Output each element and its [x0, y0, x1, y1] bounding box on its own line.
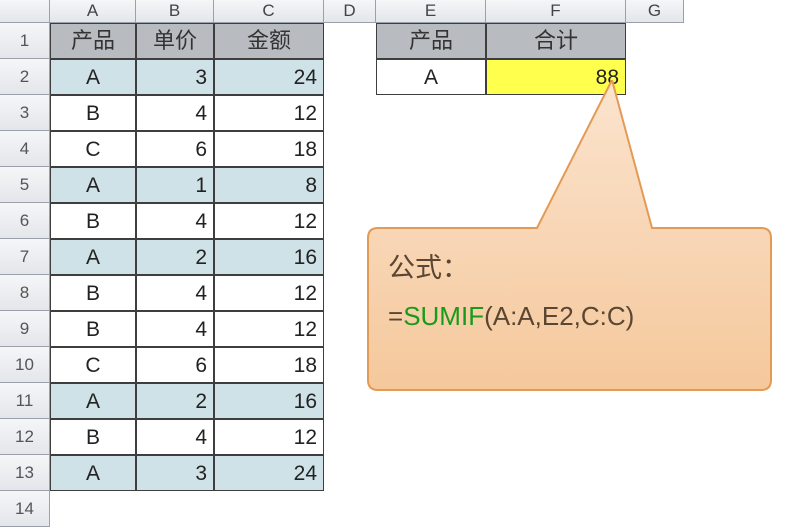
cell-B1[interactable]: 单价 — [136, 23, 214, 59]
column-header-G[interactable]: G — [626, 0, 684, 23]
cell-A7[interactable]: A — [50, 239, 136, 275]
row-header-10[interactable]: 10 — [0, 347, 50, 383]
cell-C10[interactable]: 18 — [214, 347, 324, 383]
cell-A12[interactable]: B — [50, 419, 136, 455]
row-header-5[interactable]: 5 — [0, 167, 50, 203]
callout-text: 公式： =SUMIF(A:A,E2,C:C) — [388, 244, 758, 340]
cell-C3[interactable]: 12 — [214, 95, 324, 131]
callout-label: 公式： — [388, 253, 469, 283]
cell-C9[interactable]: 12 — [214, 311, 324, 347]
cell-B11[interactable]: 2 — [136, 383, 214, 419]
cell-E2[interactable]: A — [376, 59, 486, 95]
cell-E1[interactable]: 产品 — [376, 23, 486, 59]
cell-A4[interactable]: C — [50, 131, 136, 167]
column-header-A[interactable]: A — [50, 0, 136, 23]
cell-B5[interactable]: 1 — [136, 167, 214, 203]
cell-A9[interactable]: B — [50, 311, 136, 347]
row-headers: 1234567891011121314 — [0, 23, 50, 527]
cell-B6[interactable]: 4 — [136, 203, 214, 239]
column-header-E[interactable]: E — [376, 0, 486, 23]
cell-C13[interactable]: 24 — [214, 455, 324, 491]
cell-A3[interactable]: B — [50, 95, 136, 131]
column-header-B[interactable]: B — [136, 0, 214, 23]
row-header-14[interactable]: 14 — [0, 491, 50, 527]
column-headers: ABCDEFG — [50, 0, 684, 23]
cell-B4[interactable]: 6 — [136, 131, 214, 167]
select-all-corner[interactable] — [0, 0, 50, 23]
formula-callout: 公式： =SUMIF(A:A,E2,C:C) — [362, 80, 775, 400]
cell-B10[interactable]: 6 — [136, 347, 214, 383]
row-header-11[interactable]: 11 — [0, 383, 50, 419]
cell-B3[interactable]: 4 — [136, 95, 214, 131]
callout-eq: = — [388, 301, 403, 331]
cell-A5[interactable]: A — [50, 167, 136, 203]
column-header-C[interactable]: C — [214, 0, 324, 23]
cell-A8[interactable]: B — [50, 275, 136, 311]
row-header-1[interactable]: 1 — [0, 23, 50, 59]
row-header-7[interactable]: 7 — [0, 239, 50, 275]
cell-B13[interactable]: 3 — [136, 455, 214, 491]
cell-C11[interactable]: 16 — [214, 383, 324, 419]
cell-F1[interactable]: 合计 — [486, 23, 626, 59]
cell-C6[interactable]: 12 — [214, 203, 324, 239]
cell-A6[interactable]: B — [50, 203, 136, 239]
cell-C1[interactable]: 金额 — [214, 23, 324, 59]
row-header-4[interactable]: 4 — [0, 131, 50, 167]
row-header-6[interactable]: 6 — [0, 203, 50, 239]
callout-args: (A:A,E2,C:C) — [484, 301, 634, 331]
spreadsheet: ABCDEFG 1234567891011121314 产品单价金额A324B4… — [0, 0, 810, 530]
cell-C8[interactable]: 12 — [214, 275, 324, 311]
cell-C7[interactable]: 16 — [214, 239, 324, 275]
row-header-8[interactable]: 8 — [0, 275, 50, 311]
column-header-D[interactable]: D — [324, 0, 376, 23]
row-header-2[interactable]: 2 — [0, 59, 50, 95]
row-header-3[interactable]: 3 — [0, 95, 50, 131]
cell-F2[interactable]: 88 — [486, 59, 626, 95]
cell-B8[interactable]: 4 — [136, 275, 214, 311]
cell-A11[interactable]: A — [50, 383, 136, 419]
callout-fn: SUMIF — [403, 301, 484, 331]
cell-C5[interactable]: 8 — [214, 167, 324, 203]
cell-B2[interactable]: 3 — [136, 59, 214, 95]
cell-C12[interactable]: 12 — [214, 419, 324, 455]
callout-shape — [362, 80, 775, 400]
cell-C4[interactable]: 18 — [214, 131, 324, 167]
cell-C2[interactable]: 24 — [214, 59, 324, 95]
cell-A13[interactable]: A — [50, 455, 136, 491]
cell-A1[interactable]: 产品 — [50, 23, 136, 59]
row-header-13[interactable]: 13 — [0, 455, 50, 491]
row-header-12[interactable]: 12 — [0, 419, 50, 455]
row-header-9[interactable]: 9 — [0, 311, 50, 347]
cell-B12[interactable]: 4 — [136, 419, 214, 455]
cell-A2[interactable]: A — [50, 59, 136, 95]
column-header-F[interactable]: F — [486, 0, 626, 23]
cell-A10[interactable]: C — [50, 347, 136, 383]
cell-B9[interactable]: 4 — [136, 311, 214, 347]
cell-B7[interactable]: 2 — [136, 239, 214, 275]
